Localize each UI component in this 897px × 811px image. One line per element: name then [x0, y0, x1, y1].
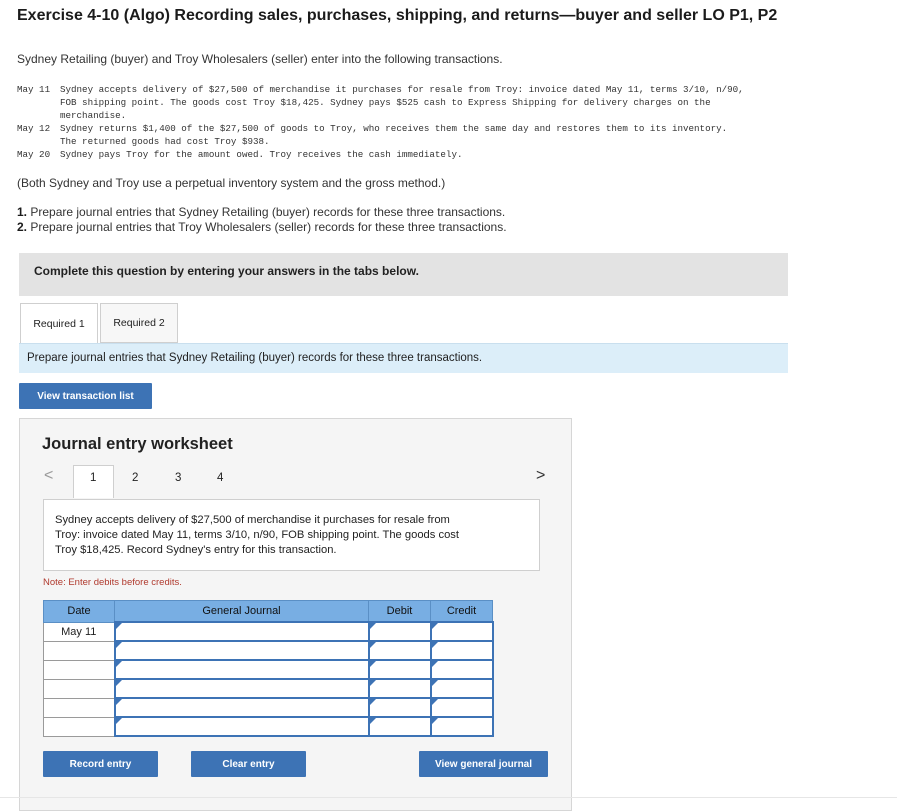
account-input[interactable]: [113, 659, 370, 680]
requirement-number: 2.: [17, 220, 28, 234]
credit-input[interactable]: [429, 716, 494, 737]
requirement-text: Prepare journal entries that Sydney Reta…: [30, 205, 506, 219]
chevron-left-icon[interactable]: <: [44, 467, 53, 485]
debit-input[interactable]: [367, 621, 432, 642]
transaction-line: The returned goods had cost Troy $938.: [60, 136, 270, 147]
record-entry-button[interactable]: Record entry: [43, 751, 158, 777]
transaction-description: Sydney accepts delivery of $27,500 of me…: [55, 514, 459, 556]
table-row: [43, 659, 494, 680]
intro-text: Sydney Retailing (buyer) and Troy Wholes…: [17, 52, 503, 66]
transaction-date: May 12: [17, 123, 51, 134]
account-input[interactable]: [113, 640, 370, 661]
general-journal-table: Date General Journal Debit Credit May 11: [43, 600, 494, 737]
transaction-line: FOB shipping point. The goods cost Troy …: [60, 97, 711, 108]
requirement-prompt-text: Prepare journal entries that Sydney Reta…: [27, 352, 483, 364]
requirement-text: Prepare journal entries that Troy Wholes…: [30, 220, 507, 234]
debit-input[interactable]: [367, 659, 432, 680]
requirement-number: 1.: [17, 205, 28, 219]
date-cell: [43, 640, 115, 661]
table-row: [43, 697, 494, 718]
tab-required-2[interactable]: Required 2: [100, 303, 178, 343]
chevron-right-icon[interactable]: >: [536, 467, 545, 485]
transaction-description-box: Sydney accepts delivery of $27,500 of me…: [43, 499, 540, 571]
credit-input[interactable]: [429, 659, 494, 680]
table-row: [43, 678, 494, 699]
date-cell: [43, 678, 115, 699]
debits-note: Note: Enter debits before credits.: [43, 577, 182, 588]
table-row: May 11: [43, 621, 494, 642]
date-cell: [43, 659, 115, 680]
date-cell: May 11: [43, 621, 115, 642]
worksheet-title: Journal entry worksheet: [42, 435, 233, 453]
view-transaction-list-button[interactable]: View transaction list: [19, 383, 152, 409]
requirement-prompt: Prepare journal entries that Sydney Reta…: [19, 343, 788, 373]
debit-input[interactable]: [367, 716, 432, 737]
credit-input[interactable]: [429, 621, 494, 642]
column-header-credit: Credit: [430, 600, 493, 623]
date-cell: [43, 716, 115, 737]
debit-input[interactable]: [367, 697, 432, 718]
table-row: [43, 716, 494, 737]
account-input[interactable]: [113, 678, 370, 699]
transaction-line: Sydney returns $1,400 of the $27,500 of …: [60, 123, 728, 134]
account-input[interactable]: [113, 697, 370, 718]
instructions-banner: Complete this question by entering your …: [19, 253, 788, 296]
credit-input[interactable]: [429, 678, 494, 699]
table-row: [43, 640, 494, 661]
tab-required-1[interactable]: Required 1: [20, 303, 98, 343]
date-cell: [43, 697, 115, 718]
banner-text: Complete this question by entering your …: [34, 264, 419, 278]
credit-input[interactable]: [429, 697, 494, 718]
transaction-line: Sydney accepts delivery of $27,500 of me…: [60, 84, 744, 95]
view-general-journal-button[interactable]: View general journal: [419, 751, 548, 777]
system-note: (Both Sydney and Troy use a perpetual in…: [17, 176, 446, 190]
transaction-date: May 20: [17, 149, 51, 160]
transaction-may-20: May 20 Sydney pays Troy for the amount o…: [17, 148, 462, 161]
column-header-date: Date: [43, 600, 115, 623]
credit-input[interactable]: [429, 640, 494, 661]
divider: [0, 797, 897, 798]
column-header-debit: Debit: [368, 600, 431, 623]
exercise-title: Exercise 4-10 (Algo) Recording sales, pu…: [17, 7, 778, 24]
transaction-line: Sydney pays Troy for the amount owed. Tr…: [60, 149, 463, 160]
column-header-general-journal: General Journal: [114, 600, 369, 623]
transaction-date: May 11: [17, 84, 51, 95]
account-input[interactable]: [113, 716, 370, 737]
transaction-may-12: May 12 Sydney returns $1,400 of the $27,…: [17, 122, 727, 148]
requirements-list: 1. Prepare journal entries that Sydney R…: [17, 205, 507, 235]
transaction-line: merchandise.: [60, 110, 127, 121]
page-tab-3[interactable]: 3: [175, 472, 181, 484]
debit-input[interactable]: [367, 678, 432, 699]
clear-entry-button[interactable]: Clear entry: [191, 751, 306, 777]
page-tab-2[interactable]: 2: [132, 472, 138, 484]
page-tab-1[interactable]: 1: [90, 472, 96, 484]
transaction-may-11: May 11 Sydney accepts delivery of $27,50…: [17, 83, 744, 122]
page-tab-4[interactable]: 4: [217, 472, 223, 484]
account-input[interactable]: [113, 621, 370, 642]
debit-input[interactable]: [367, 640, 432, 661]
